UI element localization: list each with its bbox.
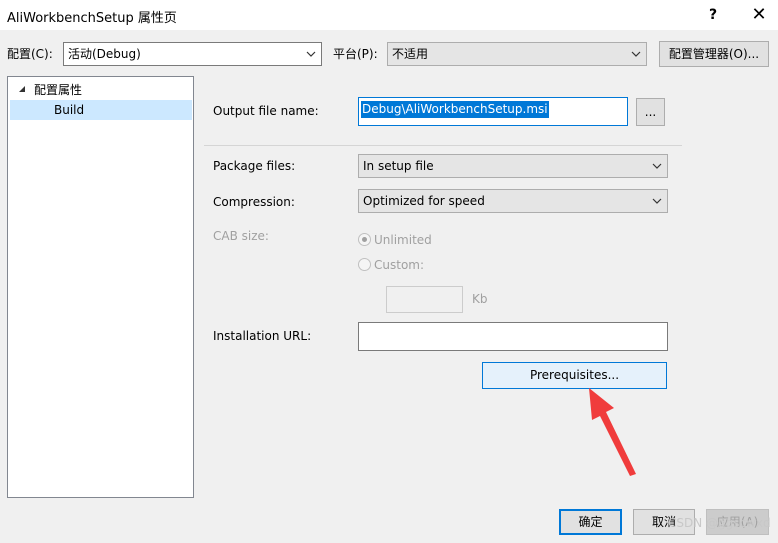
output-file-label: Output file name: bbox=[213, 104, 319, 118]
prerequisites-button[interactable]: Prerequisites... bbox=[482, 362, 667, 389]
installation-url-label: Installation URL: bbox=[213, 329, 312, 343]
unlimited-label: Unlimited bbox=[374, 233, 432, 247]
tree-item-build[interactable]: Build bbox=[10, 100, 192, 120]
window-title: AliWorkbenchSetup 属性页 bbox=[7, 11, 177, 26]
property-tree[interactable]: 配置属性 Build bbox=[7, 76, 194, 498]
output-file-input[interactable]: Debug\AliWorkbenchSetup.msi bbox=[358, 97, 628, 126]
platform-select[interactable]: 不适用 bbox=[387, 42, 647, 66]
package-files-value: In setup file bbox=[363, 159, 434, 173]
custom-label: Custom: bbox=[374, 258, 425, 272]
cab-size-label: CAB size: bbox=[213, 229, 269, 243]
config-label: 配置(C): bbox=[7, 47, 53, 61]
tree-item-label: Build bbox=[54, 103, 85, 117]
package-files-select[interactable]: In setup file bbox=[358, 154, 668, 178]
chevron-down-icon bbox=[630, 43, 642, 65]
config-select-value: 活动(Debug) bbox=[68, 47, 141, 61]
chevron-down-icon bbox=[651, 190, 663, 212]
browse-button[interactable]: ... bbox=[636, 98, 665, 126]
package-files-label: Package files: bbox=[213, 159, 296, 173]
platform-label: 平台(P): bbox=[333, 47, 378, 61]
compression-select[interactable]: Optimized for speed bbox=[358, 189, 668, 213]
radio-dot-icon bbox=[362, 237, 367, 242]
annotation-arrow-icon bbox=[589, 388, 636, 476]
title-bar: AliWorkbenchSetup 属性页 ? ✕ bbox=[0, 0, 778, 30]
expanded-triangle-icon[interactable] bbox=[18, 85, 26, 93]
output-file-value: Debug\AliWorkbenchSetup.msi bbox=[361, 101, 549, 118]
installation-url-input[interactable] bbox=[358, 322, 668, 351]
compression-label: Compression: bbox=[213, 195, 295, 209]
chevron-down-icon bbox=[651, 155, 663, 177]
chevron-down-icon bbox=[305, 43, 317, 65]
watermark: CSDN @ggscwxd bbox=[668, 516, 771, 530]
unlimited-radio[interactable] bbox=[358, 233, 371, 246]
cab-unit-label: Kb bbox=[472, 292, 488, 306]
close-button[interactable]: ✕ bbox=[744, 4, 774, 26]
ok-button[interactable]: 确定 bbox=[559, 509, 622, 535]
separator bbox=[204, 145, 682, 146]
help-button[interactable]: ? bbox=[698, 4, 728, 26]
config-select[interactable]: 活动(Debug) bbox=[63, 42, 322, 66]
compression-value: Optimized for speed bbox=[363, 194, 485, 208]
config-manager-button[interactable]: 配置管理器(O)... bbox=[659, 41, 769, 67]
platform-select-value: 不适用 bbox=[392, 47, 429, 61]
custom-radio[interactable] bbox=[358, 258, 371, 271]
cab-size-input[interactable] bbox=[386, 286, 463, 313]
tree-root-label[interactable]: 配置属性 bbox=[34, 81, 82, 99]
